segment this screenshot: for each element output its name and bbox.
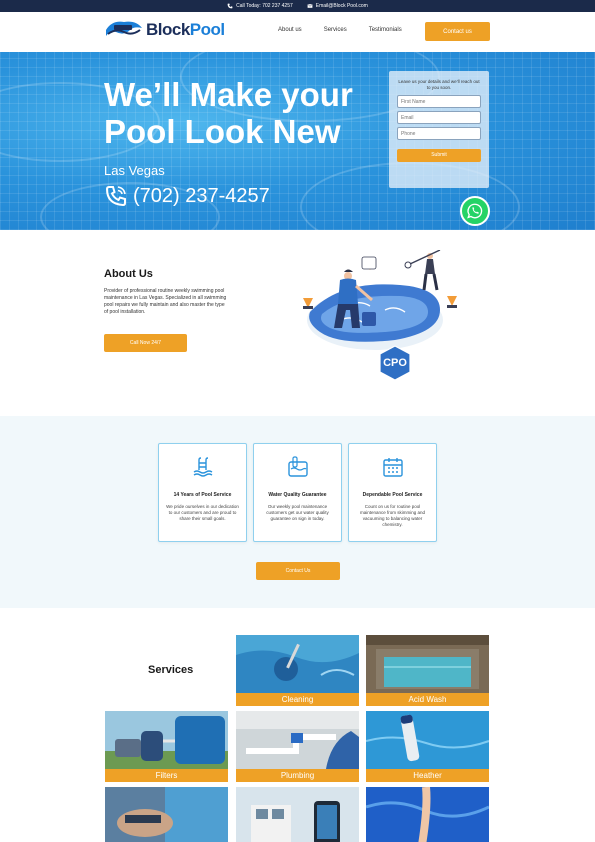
topbar-phone-text: Call Today: 702 237 4257 [236, 3, 293, 9]
logo-suffix: Pool [189, 20, 225, 39]
service-tile-filters[interactable]: Filters [105, 711, 228, 782]
topbar-phone[interactable]: Call Today: 702 237 4257 [227, 3, 293, 9]
smart-control-photo [236, 787, 359, 842]
nav-services[interactable]: Services [324, 27, 347, 34]
service-caption: Acid Wash [366, 693, 489, 706]
features-section: 14 Years of Pool Service We pride oursel… [0, 416, 595, 608]
cpo-badge-text: CPO [383, 357, 407, 369]
hero-phone-text: (702) 237-4257 [133, 184, 270, 207]
logo-prefix: Block [146, 20, 190, 39]
service-caption: Heather [366, 769, 489, 782]
heater-photo [366, 711, 489, 769]
lead-form: Leave us your details and we’ll reach ou… [389, 71, 489, 188]
feature-desc: Our weekly pool maintenance customers ge… [266, 504, 329, 521]
tools-photo [105, 787, 228, 842]
feature-desc: Count on us for routine pool maintenance… [359, 504, 426, 527]
cleaning-photo [236, 635, 359, 693]
service-tile-heather[interactable]: Heather [366, 711, 489, 782]
feature-title: 14 Years of Pool Service [173, 492, 232, 498]
hero-phone[interactable]: (702) 237-4257 [104, 184, 270, 208]
email-icon [307, 4, 313, 8]
main-nav: About us Services Testimonials [278, 27, 402, 34]
feature-card-experience: 14 Years of Pool Service We pride oursel… [158, 443, 247, 542]
service-tile-acid-wash[interactable]: Acid Wash [366, 635, 489, 706]
email-field[interactable] [397, 111, 481, 124]
hero-section: We’ll Make your Pool Look New Las Vegas … [0, 52, 595, 230]
lead-form-intro: Leave us your details and we’ll reach ou… [398, 79, 480, 90]
logo-icon [106, 21, 142, 36]
feature-title: Water Quality Guarantee [268, 492, 327, 498]
service-tile-pool-swim[interactable] [366, 787, 489, 842]
water-test-icon [287, 456, 308, 477]
service-tile-tools[interactable] [105, 787, 228, 842]
service-tile-cleaning[interactable]: Cleaning [236, 635, 359, 706]
nav-testimonials[interactable]: Testimonials [369, 27, 402, 34]
call-now-button[interactable]: Call Now 24/7 [104, 334, 187, 352]
hero-city: Las Vegas [104, 163, 165, 178]
pool-swim-photo [366, 787, 489, 842]
logo-text: BlockPool [146, 20, 225, 40]
header-contact-button[interactable]: Contact us [425, 22, 490, 41]
plumbing-photo [236, 711, 359, 769]
pool-service-illustration: CPO [303, 250, 457, 381]
about-title: About Us [104, 268, 153, 280]
site-header: BlockPool About us Services Testimonials… [0, 12, 595, 52]
submit-button[interactable]: Submit [397, 148, 481, 162]
services-section: Services Cleaning Acid Wash Filters Plum… [0, 608, 595, 842]
whatsapp-icon [467, 203, 483, 219]
service-tile-smart-control[interactable] [236, 787, 359, 842]
about-text: Provider of professional routine weekly … [104, 288, 227, 315]
calendar-icon [382, 458, 403, 477]
top-contact-bar: Call Today: 702 237 4257 Email@Block Poo… [0, 0, 595, 12]
topbar-email[interactable]: Email@Block Pool.com [307, 3, 368, 9]
about-section: About Us Provider of professional routin… [0, 230, 595, 416]
logo[interactable]: BlockPool [104, 18, 225, 42]
whatsapp-button[interactable] [460, 196, 490, 226]
topbar-email-text: Email@Block Pool.com [315, 3, 368, 9]
service-caption: Filters [105, 769, 228, 782]
phone-icon [105, 186, 126, 207]
hero-title: We’ll Make your Pool Look New [104, 76, 353, 150]
service-caption: Plumbing [236, 769, 359, 782]
filters-photo [105, 711, 228, 769]
first-name-field[interactable] [397, 95, 481, 108]
feature-card-dependable: Dependable Pool Service Count on us for … [348, 443, 437, 542]
feature-card-water-quality: Water Quality Guarantee Our weekly pool … [253, 443, 342, 542]
nav-about-us[interactable]: About us [278, 27, 302, 34]
feature-desc: We pride ourselves in our dedication to … [166, 504, 239, 521]
service-tile-plumbing[interactable]: Plumbing [236, 711, 359, 782]
phone-field[interactable] [397, 127, 481, 140]
pool-ladder-icon [193, 457, 212, 477]
contact-us-button[interactable]: Contact Us [256, 562, 340, 580]
service-caption: Cleaning [236, 693, 359, 706]
acid-wash-photo [366, 635, 489, 693]
feature-title: Dependable Pool Service [362, 492, 423, 498]
services-title: Services [148, 664, 194, 676]
phone-icon [227, 3, 233, 9]
